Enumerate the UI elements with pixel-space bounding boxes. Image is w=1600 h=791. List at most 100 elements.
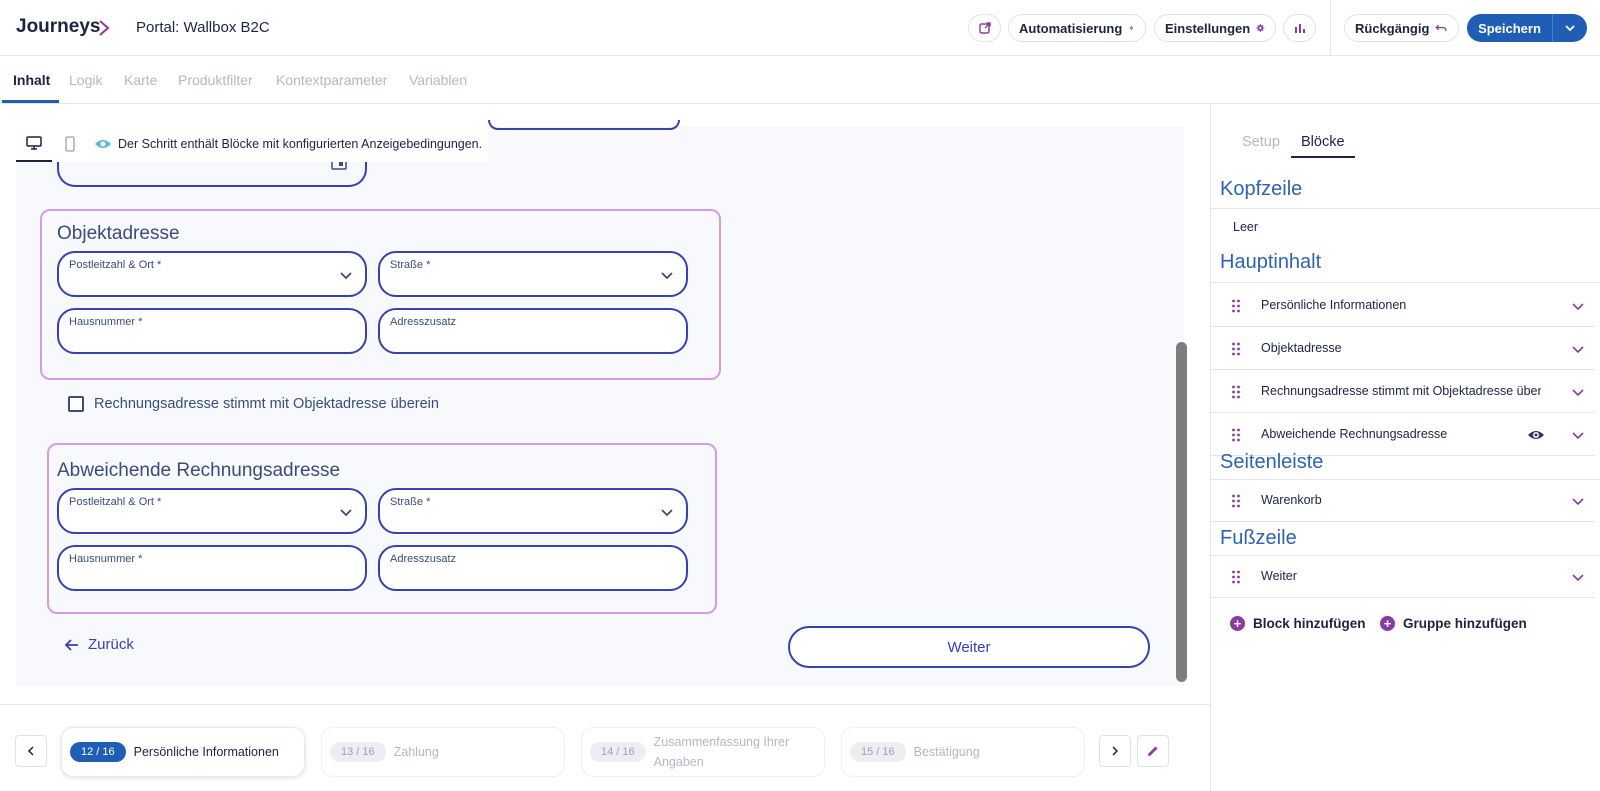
drag-handle-icon[interactable] [1231,342,1241,356]
tab-logik[interactable]: Logik [69,72,102,88]
chevron-down-icon [661,509,673,517]
scrollbar-thumb[interactable] [1176,342,1187,682]
chevron-down-icon[interactable] [1571,428,1585,442]
billing-street-select[interactable]: Straße * [378,488,688,534]
field-label: Hausnummer * [69,553,143,565]
field-label: Straße * [390,496,431,508]
block-row[interactable]: Warenkorb [1211,480,1595,522]
eye-icon [95,140,111,148]
partial-field [488,120,680,130]
section-title-footer: Fußzeile [1220,527,1297,549]
drag-handle-icon[interactable] [1231,570,1241,584]
field-label: Postleitzahl & Ort * [69,259,162,271]
block-label: Weiter [1261,569,1297,583]
block-label: Abweichende Rechnungsadresse [1261,427,1448,441]
tab-setup[interactable]: Setup [1242,134,1280,150]
object-address-title: Objektadresse [57,223,180,244]
step-item[interactable]: 14 / 16 Zusammenfassung Ihrer Angaben [581,727,825,777]
preview-toolbar: Der Schritt enthält Blöcke mit konfiguri… [16,126,488,162]
automation-button[interactable]: Automatisierung [1008,14,1146,42]
billing-house-number-field[interactable]: Hausnummer * [57,545,367,591]
chevron-left-icon [27,746,34,756]
tab-bloecke[interactable]: Blöcke [1301,134,1345,150]
block-row[interactable]: Rechnungsadresse stimmt mit Objektadress… [1211,371,1595,413]
step-label: Persönliche Informationen [133,745,279,759]
chevron-down-icon [340,509,352,517]
previous-step-button[interactable] [15,735,47,767]
settings-button[interactable]: Einstellungen [1154,14,1276,42]
object-zip-city-select[interactable]: Postleitzahl & Ort * [57,251,367,297]
eye-icon[interactable] [1527,427,1545,443]
top-bar: Journeys Portal: Wallbox B2C Automatisie… [0,0,1600,56]
save-button-group: Speichern [1467,14,1587,42]
step-item[interactable]: 15 / 16 Bestätigung [841,727,1085,777]
chevron-down-icon [1565,25,1575,32]
open-preview-button[interactable] [968,14,1001,42]
chevron-down-icon[interactable] [1571,385,1585,399]
chevron-down-icon[interactable] [1571,342,1585,356]
lightning-icon [1129,25,1134,31]
field-label: Straße * [390,259,431,271]
settings-label: Einstellungen [1165,20,1251,36]
tab-produktfilter[interactable]: Produktfilter [178,72,253,88]
add-group-label: Gruppe hinzufügen [1403,616,1527,631]
external-link-icon [978,22,991,34]
tab-inhalt[interactable]: Inhalt [13,72,50,88]
billing-address-addition-field[interactable]: Adresszusatz [378,545,688,591]
drag-handle-icon[interactable] [1231,385,1241,399]
step-item[interactable]: 12 / 16 Persönliche Informationen [61,727,305,777]
next-step-button[interactable] [1099,735,1131,767]
save-button[interactable]: Speichern [1467,14,1552,42]
header-empty-text: Leer [1233,220,1259,234]
arrow-left-icon [64,638,78,651]
desktop-icon [26,136,42,150]
block-row[interactable]: Abweichende Rechnungsadresse [1211,414,1595,456]
object-address-addition-field[interactable]: Adresszusatz [378,308,688,354]
active-tab-indicator [2,100,59,103]
block-row[interactable]: Objektadresse [1211,328,1595,370]
blocks-panel: Setup Blöcke Kopfzeile Leer Hauptinhalt … [1210,104,1600,791]
next-button[interactable]: Weiter [788,626,1150,668]
undo-label: Rückgängig [1355,20,1430,36]
block-row[interactable]: Persönliche Informationen [1211,285,1595,327]
chevron-right-icon [1112,746,1119,756]
object-street-select[interactable]: Straße * [378,251,688,297]
toolbar-divider [1330,0,1331,56]
drag-handle-icon[interactable] [1231,299,1241,313]
billing-zip-city-select[interactable]: Postleitzahl & Ort * [57,488,367,534]
drag-handle-icon[interactable] [1231,494,1241,508]
divider [1211,208,1600,209]
block-label: Persönliche Informationen [1261,298,1407,312]
object-house-number-field[interactable]: Hausnummer * [57,308,367,354]
tab-karte[interactable]: Karte [124,72,157,88]
block-row[interactable]: Weiter [1211,556,1595,598]
add-block-button[interactable]: + Block hinzufügen [1230,616,1366,631]
add-group-button[interactable]: + Gruppe hinzufügen [1380,616,1527,631]
tab-variablen[interactable]: Variablen [409,72,467,88]
portal-name: Portal: Wallbox B2C [136,19,270,36]
chevron-down-icon[interactable] [1571,299,1585,313]
step-label: Zusammenfassung Ihrer Angaben [653,735,790,769]
billing-same-as-object-option[interactable]: Rechnungsadresse stimmt mit Objektadress… [68,396,439,412]
gear-icon [1256,24,1265,32]
edit-steps-button[interactable] [1137,735,1169,767]
app-title[interactable]: Journeys [16,16,100,38]
step-item[interactable]: 13 / 16 Zahlung [321,727,565,777]
analytics-button[interactable] [1283,14,1316,42]
back-button[interactable]: Zurück [64,636,134,653]
section-title-sidebar: Seitenleiste [1220,451,1324,473]
desktop-view-button[interactable] [16,126,52,162]
chevron-down-icon[interactable] [1571,494,1585,508]
step-badge: 13 / 16 [330,742,386,762]
condition-notice: Der Schritt enthält Blöcke mit konfiguri… [118,137,483,151]
undo-button[interactable]: Rückgängig [1344,14,1459,42]
save-options-button[interactable] [1552,14,1587,42]
billing-same-checkbox[interactable] [68,396,84,412]
undo-icon [1435,24,1447,32]
tab-kontextparameter[interactable]: Kontextparameter [276,72,387,88]
plus-icon: + [1380,616,1395,631]
mobile-view-button[interactable] [52,126,88,162]
chevron-down-icon[interactable] [1571,570,1585,584]
bar-chart-icon [1294,24,1305,33]
drag-handle-icon[interactable] [1231,428,1241,442]
